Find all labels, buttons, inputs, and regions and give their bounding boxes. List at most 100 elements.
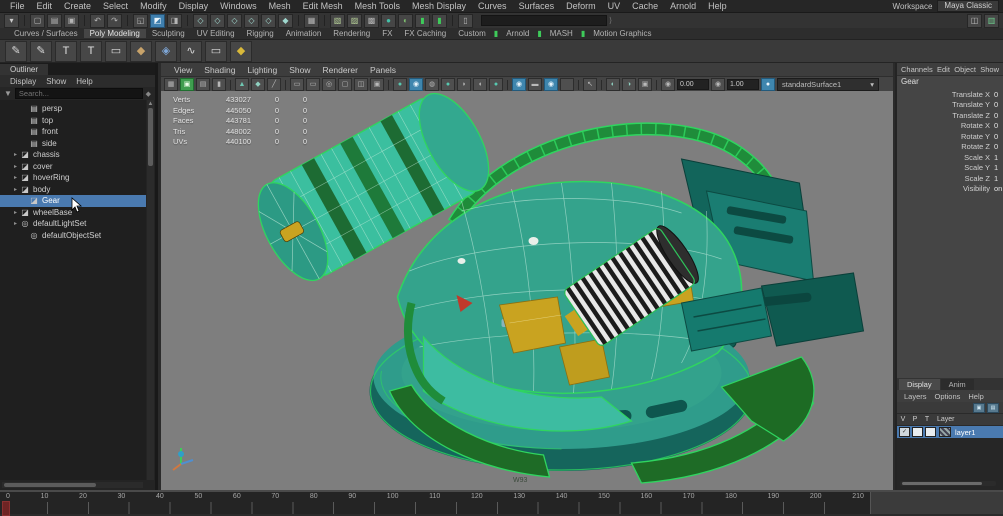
viewport-menu-lighting[interactable]: Lighting (242, 65, 282, 75)
snap-grid-icon[interactable]: ◇ (193, 14, 208, 28)
channel-attribute[interactable]: Translate X0 (897, 89, 1003, 100)
undo-icon[interactable]: ↶ (90, 14, 105, 28)
outliner-vscrollbar[interactable]: ▲ (147, 100, 154, 480)
shelf-tab-animation[interactable]: Animation (280, 29, 328, 38)
smooth-shade-icon[interactable]: ● (441, 78, 455, 91)
isolate-select-icon[interactable]: ◉ (512, 78, 526, 91)
outliner-menu-show[interactable]: Show (42, 77, 70, 86)
ipr-render-icon[interactable]: ▨ (347, 14, 362, 28)
outliner-tab[interactable]: Outliner (0, 64, 48, 75)
menu-deform[interactable]: Deform (560, 1, 602, 11)
gamma-icon[interactable]: ◑ (622, 78, 636, 91)
field-chart-icon[interactable]: ▲ (235, 78, 249, 91)
shelf-tab-curves-surfaces[interactable]: Curves / Surfaces (8, 29, 84, 38)
vscroll-thumb[interactable] (148, 108, 153, 166)
snap-plane-icon[interactable]: ◇ (244, 14, 259, 28)
scroll-up-icon[interactable]: ▲ (147, 100, 154, 108)
film-gate-icon[interactable]: ▤ (196, 78, 210, 91)
outliner-item-front[interactable]: ▤front (0, 126, 146, 138)
filter-icon[interactable]: ▼ (4, 89, 12, 98)
menu-mesh[interactable]: Mesh (263, 1, 297, 11)
view-transform-icon[interactable]: ▣ (638, 78, 652, 91)
layer-tab-display[interactable]: Display (899, 379, 940, 390)
rightpanel-hscrollbar[interactable] (900, 481, 996, 486)
menu-display[interactable]: Display (173, 1, 215, 11)
pencil-curve-tool-icon[interactable]: ✎ (30, 41, 52, 62)
menu-windows[interactable]: Windows (214, 1, 263, 11)
frame-tool-icon[interactable]: ▭ (105, 41, 127, 62)
channel-attribute[interactable]: Scale Z1 (897, 173, 1003, 184)
channel-value[interactable]: on (994, 184, 1003, 193)
shelf-tab-poly-modeling[interactable]: Poly Modeling (84, 29, 146, 38)
channel-value[interactable]: 1 (994, 163, 1003, 172)
bifrost-icon[interactable]: ◆ (230, 41, 252, 62)
channelbox-menu-edit[interactable]: Edit (937, 65, 950, 74)
shelf-tab-fx-caching[interactable]: FX Caching (398, 29, 452, 38)
layer-visibility-toggle[interactable]: ✓ (899, 427, 910, 437)
menu-modify[interactable]: Modify (134, 1, 173, 11)
grease-pencil-icon[interactable]: ╱ (267, 78, 281, 91)
menu-cache[interactable]: Cache (626, 1, 664, 11)
outliner-item-defaultobjectset[interactable]: ◎defaultObjectSet (0, 230, 146, 242)
expand-arrow-icon[interactable]: ▸ (11, 174, 20, 181)
channel-attribute[interactable]: Scale X1 (897, 152, 1003, 163)
exposure-icon[interactable]: ◐ (606, 78, 620, 91)
filter-options-icon[interactable]: ◆ (146, 90, 151, 98)
snap-point-icon[interactable]: ◇ (227, 14, 242, 28)
shelf-tab-sculpting[interactable]: Sculpting (146, 29, 191, 38)
gamma-icon-small[interactable]: ◉ (711, 78, 725, 91)
layer-menu-options[interactable]: Options (932, 392, 964, 401)
menu-mesh-display[interactable]: Mesh Display (406, 1, 472, 11)
resolution-gate-icon[interactable]: ◆ (251, 78, 265, 91)
shelf-tab-rigging[interactable]: Rigging (241, 29, 280, 38)
gate-mask-icon[interactable]: ▮ (212, 78, 226, 91)
select-hierarchy-icon[interactable]: ◱ (133, 14, 148, 28)
display-ball-icon[interactable]: ● (381, 14, 396, 28)
menu-edit[interactable]: Edit (31, 1, 59, 11)
textured-icon[interactable]: ◉ (409, 78, 423, 91)
workspace-dropdown[interactable]: Maya Classic (937, 0, 999, 12)
shelf-tab-rendering[interactable]: Rendering (327, 29, 376, 38)
outliner-item-cover[interactable]: ▸◪cover (0, 161, 146, 173)
channel-value[interactable]: 0 (994, 121, 1003, 130)
rp-hscroll-thumb[interactable] (902, 482, 982, 485)
outliner-item-persp[interactable]: ▤persp (0, 103, 146, 115)
ambient-occlusion-icon[interactable]: ▢ (338, 78, 352, 91)
viewport-menu-show[interactable]: Show (284, 65, 315, 75)
outliner-item-chassis[interactable]: ▸◪chassis (0, 149, 146, 161)
scene-selector-dropdown[interactable]: ▾ (4, 14, 19, 28)
platonic-solid-icon[interactable]: ◈ (155, 41, 177, 62)
select-component-icon[interactable]: ◨ (167, 14, 182, 28)
expand-arrow-icon[interactable]: ▸ (11, 209, 20, 216)
channel-attribute[interactable]: Rotate Y0 (897, 131, 1003, 142)
new-empty-layer-icon[interactable]: ▣ (973, 403, 985, 413)
shelf-tab-custom[interactable]: Custom (452, 29, 492, 38)
outliner-item-body[interactable]: ▸◪body (0, 184, 146, 196)
gamma-field[interactable] (727, 79, 759, 90)
outliner-item-hoverring[interactable]: ▸◪hoverRing (0, 172, 146, 184)
xray-icon[interactable]: ◗ (457, 78, 471, 91)
channel-value[interactable]: 0 (994, 90, 1003, 99)
viewport-menu-shading[interactable]: Shading (199, 65, 240, 75)
snap-center-icon[interactable]: ◆ (278, 14, 293, 28)
svg-tool-icon[interactable]: T (80, 41, 102, 62)
snap-curve-icon[interactable]: ◇ (210, 14, 225, 28)
layer-playback-toggle[interactable] (912, 427, 923, 437)
menu-arnold[interactable]: Arnold (664, 1, 702, 11)
ep-curve-tool-icon[interactable]: ✎ (5, 41, 27, 62)
toggle-a-icon[interactable]: ▮ (415, 14, 430, 28)
shelf-tab-mash[interactable]: MASH (544, 29, 579, 38)
sidebar-toggle-icon[interactable]: ▯ (458, 14, 473, 28)
empty-slot-box[interactable] (560, 78, 574, 91)
layer-menu-layers[interactable]: Layers (901, 392, 930, 401)
select-object-icon[interactable]: ◩ (150, 14, 165, 28)
outliner-item-defaultlightset[interactable]: ▸◎defaultLightSet (0, 218, 146, 230)
redo-icon[interactable]: ↷ (107, 14, 122, 28)
material-ball-icon[interactable]: ● (761, 78, 775, 91)
outliner-item-wheelbase[interactable]: ▸◪wheelBase (0, 207, 146, 219)
channel-attribute[interactable]: Translate Y0 (897, 100, 1003, 111)
expand-arrow-icon[interactable]: ▸ (11, 163, 20, 170)
new-layer-from-selected-icon[interactable]: ▤ (987, 403, 999, 413)
texture-ball-icon[interactable]: ● (489, 78, 503, 91)
shelf-tab-uv-editing[interactable]: UV Editing (191, 29, 241, 38)
